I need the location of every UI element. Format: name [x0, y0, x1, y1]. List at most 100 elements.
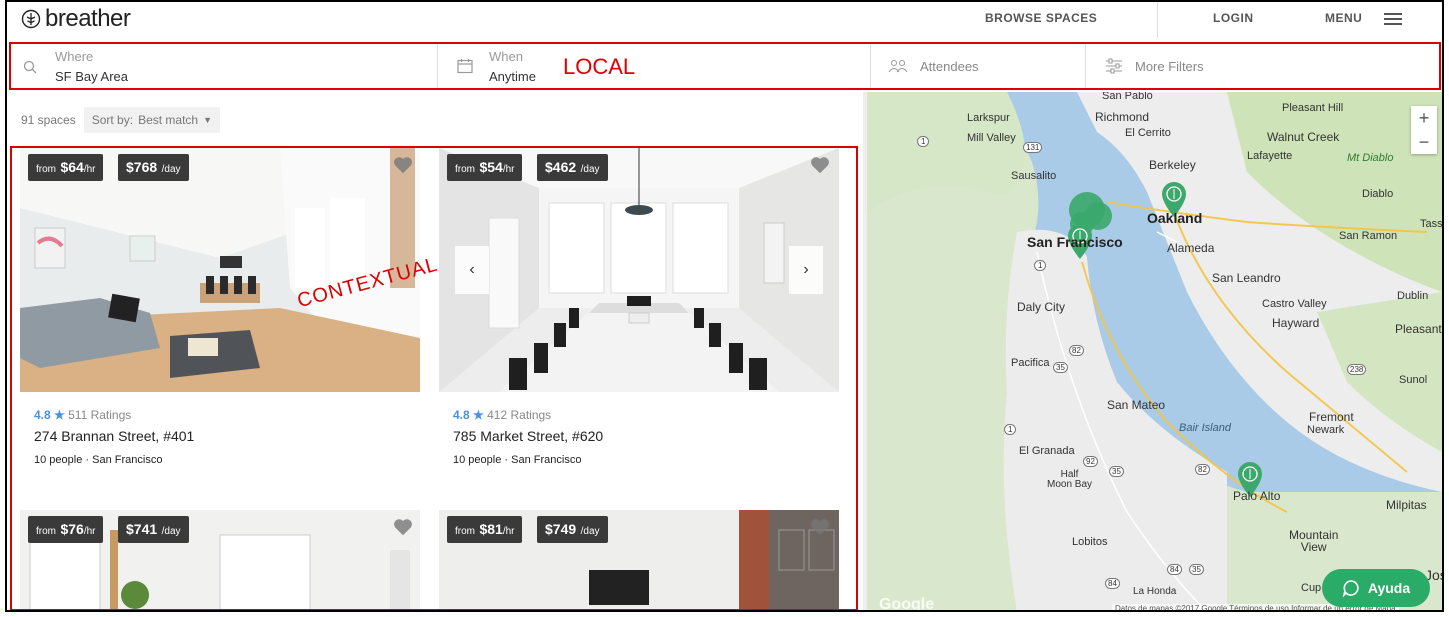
city: San Francisco	[511, 454, 582, 466]
when-filter[interactable]: When Anytime	[437, 44, 871, 88]
previous-photo-button[interactable]: ‹	[455, 246, 489, 294]
from-label: from	[455, 164, 475, 175]
top-header: breather BROWSE SPACES LOGIN MENU	[7, 2, 1442, 38]
sort-dropdown[interactable]: Sort by: Best match ▼	[83, 107, 221, 133]
help-label: Ayuda	[1367, 580, 1411, 596]
map-label-newark: Newark	[1307, 424, 1345, 436]
breather-logo-icon	[21, 9, 41, 29]
map-label-pacifica: Pacifica	[1011, 357, 1050, 369]
per-hour-label: /hr	[83, 164, 96, 175]
map-label-san-francisco: San Francisco	[1027, 234, 1123, 250]
daily-price-badge: $749 /day	[537, 516, 608, 543]
map-label-palo-alto: Palo Alto	[1233, 489, 1281, 503]
menu-link[interactable]: MENU	[1325, 11, 1362, 25]
map-label-san-pablo: San Pablo	[1102, 92, 1153, 102]
per-day-label: /day	[580, 164, 600, 175]
hamburger-icon[interactable]	[1384, 13, 1402, 25]
daily-price-badge: $462 /day	[537, 154, 608, 181]
map-label-el-cerrito: El Cerrito	[1125, 127, 1171, 139]
calendar-icon	[457, 59, 473, 74]
map-label-hayward: Hayward	[1272, 316, 1320, 330]
results-count: 91 spaces	[21, 113, 76, 127]
listing-address[interactable]: 274 Brannan Street, #401	[34, 428, 194, 444]
where-value: SF Bay Area	[55, 69, 128, 84]
hourly-price-badge: from $54/hr	[447, 154, 523, 181]
hourly-price-badge: from $64/hr	[28, 154, 104, 181]
search-icon	[23, 60, 37, 74]
map-label-tassaj: Tassaj	[1420, 218, 1442, 230]
sort-value: Best match	[138, 113, 199, 127]
map-label-mountain-view: Mountain View	[1289, 528, 1339, 554]
hourly-price: $64	[60, 159, 84, 175]
city: San Francisco	[92, 454, 163, 466]
map-label-mt-diablo: Mt Diablo	[1347, 152, 1394, 164]
highway-shield: 84	[1167, 564, 1182, 575]
favorite-heart-icon[interactable]	[809, 516, 831, 538]
brand-name: breather	[45, 5, 131, 32]
hourly-price-badge: from $81/hr	[447, 516, 523, 543]
attendees-filter[interactable]: Attendees	[870, 44, 1086, 88]
listing-photo[interactable]: ‹ › from $54/hr $462 /day	[439, 148, 839, 392]
daily-price-badge: $741 /day	[118, 516, 189, 543]
listing-photo[interactable]: from $76/hr $741 /day	[20, 510, 420, 609]
daily-price: $749	[545, 521, 577, 537]
map-label-sunol: Sunol	[1399, 374, 1428, 386]
login-link[interactable]: LOGIN	[1213, 11, 1254, 25]
listing-meta: 10 people · San Francisco	[34, 454, 162, 466]
more-filters[interactable]: More Filters	[1085, 44, 1439, 88]
listing-photo[interactable]: from $64/hr $768 /day	[20, 148, 420, 392]
hourly-price: $76	[60, 521, 84, 537]
map-panel[interactable]: San Pablo Richmond El Cerrito Pleasant H…	[867, 92, 1442, 610]
daily-price-badge: $768 /day	[118, 154, 189, 181]
zoom-controls: + −	[1411, 106, 1437, 154]
listing-photo[interactable]: from $81/hr $749 /day	[439, 510, 839, 609]
favorite-heart-icon[interactable]	[392, 516, 414, 538]
highway-shield: 92	[1083, 456, 1098, 467]
chat-bubble-icon	[1342, 580, 1359, 597]
listing-meta: 10 people · San Francisco	[453, 454, 581, 466]
help-button[interactable]: Ayuda	[1322, 569, 1430, 607]
listings-grid: from $64/hr $768 /day 4.8 ★ 511 Ratings …	[10, 146, 858, 610]
per-day-label: /day	[161, 164, 181, 175]
office-photo-image	[439, 148, 839, 392]
listing-address[interactable]: 785 Market Street, #620	[453, 428, 603, 444]
browse-spaces-link[interactable]: BROWSE SPACES	[985, 11, 1097, 25]
star-icon: ★	[469, 408, 488, 422]
attendees-label: Attendees	[920, 59, 979, 74]
capacity: 10 people	[453, 454, 502, 466]
map-label-half-moon-bay: Half Moon Bay	[1047, 469, 1093, 490]
brand-logo[interactable]: breather	[21, 5, 131, 33]
highway-shield: 82	[1195, 464, 1210, 475]
capacity: 10 people	[34, 454, 83, 466]
per-hour-label: /hr	[502, 526, 515, 537]
hourly-price: $54	[479, 159, 503, 175]
rating-score: 4.8	[34, 408, 51, 422]
favorite-heart-icon[interactable]	[809, 154, 831, 176]
map-label-fremont: Fremont	[1309, 410, 1354, 424]
hourly-price-badge: from $76/hr	[28, 516, 104, 543]
from-label: from	[36, 164, 56, 175]
where-filter[interactable]: Where SF Bay Area	[11, 44, 438, 88]
results-header: 91 spaces Sort by: Best match ▼	[21, 107, 221, 133]
zoom-out-button[interactable]: −	[1411, 130, 1437, 154]
map-label-larkspur: Larkspur	[967, 112, 1010, 124]
nav-divider	[1157, 2, 1158, 38]
map-label-walnut-creek: Walnut Creek	[1267, 130, 1340, 144]
next-photo-button[interactable]: ›	[789, 246, 823, 294]
rating: 4.8 ★ 412 Ratings	[453, 408, 551, 422]
star-icon: ★	[50, 408, 69, 422]
map-label-berkeley: Berkeley	[1149, 158, 1196, 172]
hourly-price: $81	[479, 521, 503, 537]
map-label-dublin: Dublin	[1397, 290, 1429, 302]
map-label-daly-city: Daly City	[1017, 300, 1066, 314]
per-day-label: /day	[580, 526, 600, 537]
favorite-heart-icon[interactable]	[392, 154, 414, 176]
map-label-lobitos: Lobitos	[1072, 536, 1108, 548]
annotation-local: LOCAL	[563, 54, 636, 79]
per-hour-label: /hr	[83, 526, 96, 537]
per-hour-label: /hr	[502, 164, 515, 175]
caret-down-icon: ▼	[203, 115, 213, 125]
zoom-in-button[interactable]: +	[1411, 106, 1437, 130]
when-label: When	[489, 49, 523, 64]
map-label-el-granada: El Granada	[1019, 445, 1075, 457]
